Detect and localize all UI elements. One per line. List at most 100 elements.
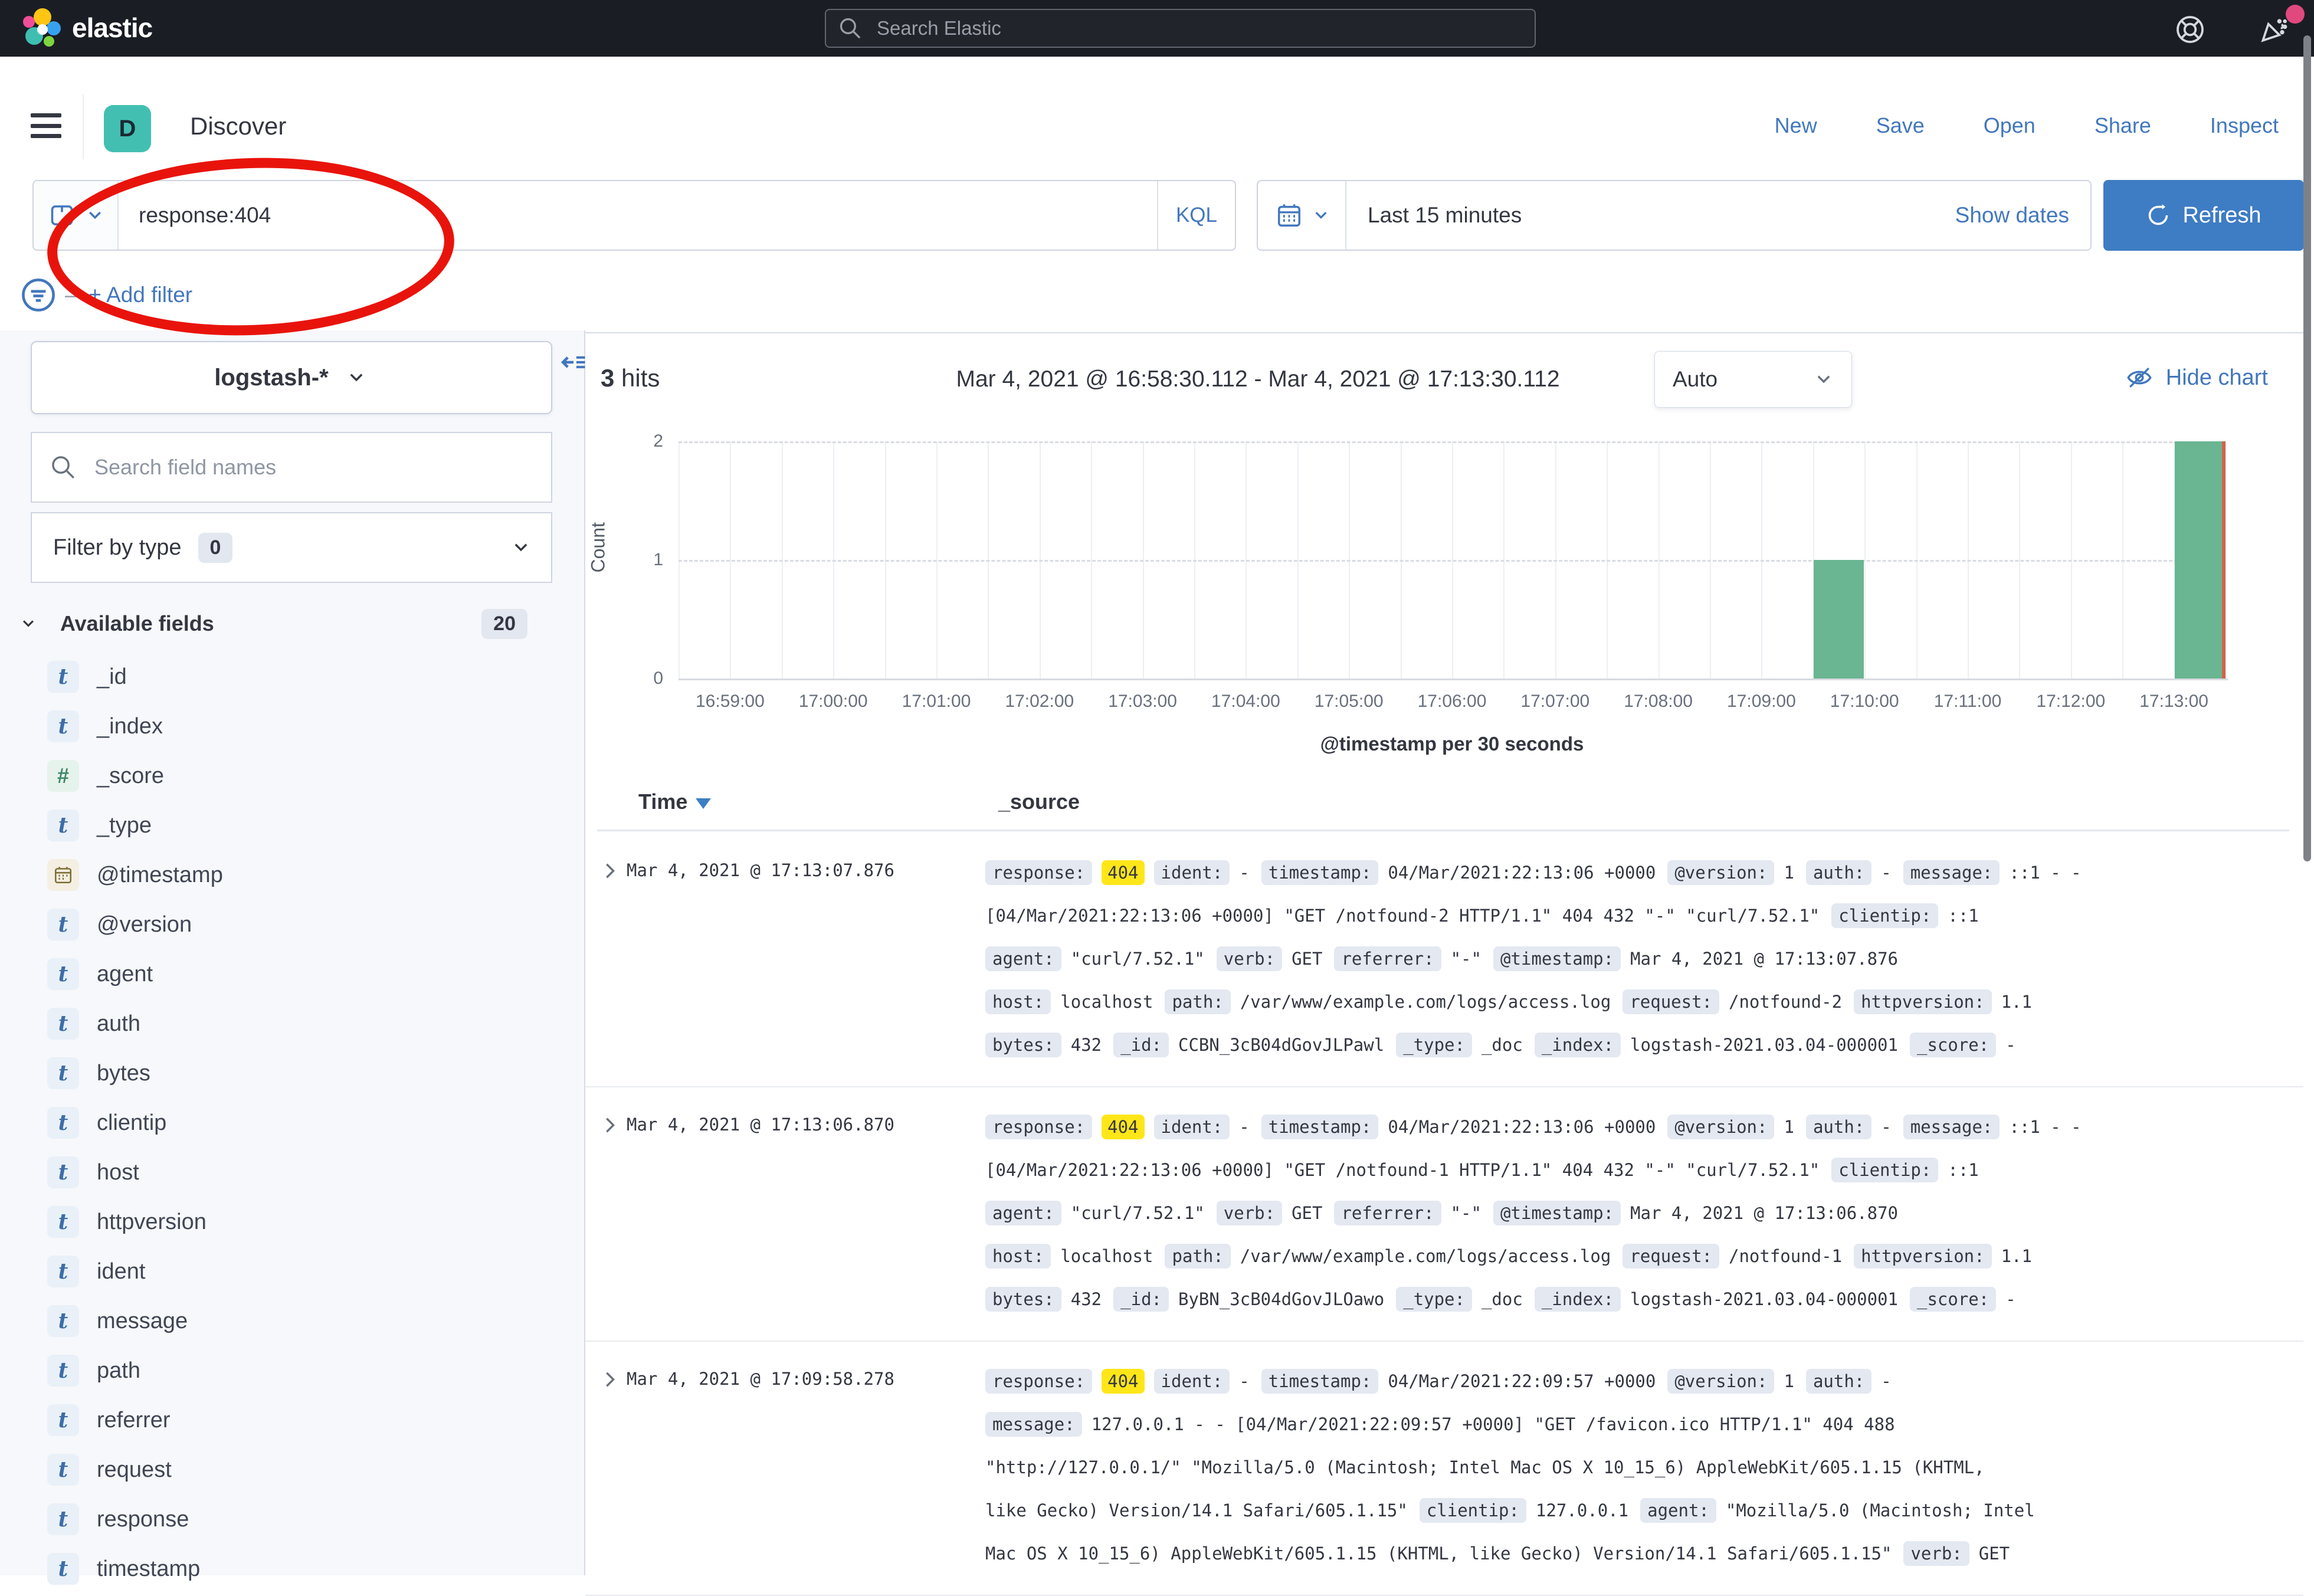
- field-item-@version[interactable]: t@version: [0, 900, 584, 949]
- interval-select[interactable]: Auto: [1654, 351, 1852, 408]
- help-icon[interactable]: [2174, 13, 2207, 46]
- hits-header: 3 hits Mar 4, 2021 @ 16:58:30.112 - Mar …: [585, 351, 2303, 410]
- histogram-bar[interactable]: [1814, 560, 1864, 679]
- field-name-badge: @timestamp:: [1493, 946, 1621, 971]
- top-menu: New Save Open Share Inspect: [1775, 113, 2279, 138]
- field-name-badge: _id:: [1113, 1033, 1169, 1057]
- field-item-_id[interactable]: t_id: [0, 652, 584, 702]
- field-name-badge: message:: [1903, 1115, 2000, 1139]
- field-name-badge: @version:: [1667, 1115, 1774, 1139]
- field-value: localhost: [1060, 992, 1153, 1012]
- field-name: path: [97, 1358, 140, 1384]
- field-value: ::1: [1948, 906, 1978, 926]
- expand-row-icon[interactable]: [585, 851, 627, 1066]
- time-range-value[interactable]: Last 15 minutes: [1368, 203, 1522, 228]
- field-name: @version: [97, 912, 192, 938]
- field-value: 127.0.0.1 - - [04/Mar/2021:22:09:57 +000…: [1092, 1414, 1895, 1434]
- field-item-auth[interactable]: tauth: [0, 999, 584, 1048]
- share-button[interactable]: Share: [2095, 113, 2151, 138]
- available-fields-header[interactable]: Available fields 20: [18, 603, 566, 644]
- field-item-_score[interactable]: #_score: [0, 751, 584, 801]
- field-item-message[interactable]: tmessage: [0, 1296, 584, 1346]
- field-name: httpversion: [97, 1210, 207, 1235]
- field-item-bytes[interactable]: tbytes: [0, 1048, 584, 1098]
- query-bar[interactable]: response:404 KQL: [32, 180, 1236, 251]
- field-name-badge: _index:: [1535, 1033, 1621, 1057]
- column-header-time[interactable]: Time: [638, 789, 711, 814]
- field-value: 04/Mar/2021:22:13:06 +0000: [1388, 1117, 1656, 1137]
- new-button[interactable]: New: [1775, 113, 1817, 138]
- newsfeed-icon[interactable]: [2257, 13, 2290, 46]
- string-field-icon: t: [47, 1206, 79, 1238]
- field-item-ident[interactable]: tident: [0, 1247, 584, 1296]
- field-name-badge: auth:: [1806, 1369, 1871, 1394]
- refresh-icon: [2146, 203, 2171, 228]
- field-name-badge: _id:: [1113, 1287, 1169, 1312]
- filter-icon[interactable]: [20, 277, 57, 313]
- filter-by-type-select[interactable]: Filter by type 0: [31, 512, 552, 583]
- field-name-badge: _score:: [1910, 1033, 1996, 1057]
- global-search-input[interactable]: Search Elastic: [825, 9, 1536, 48]
- string-field-icon: t: [47, 1404, 79, 1436]
- field-item-agent[interactable]: tagent: [0, 949, 584, 999]
- open-button[interactable]: Open: [1984, 113, 2036, 138]
- chart-time-range: Mar 4, 2021 @ 16:58:30.112 - Mar 4, 2021…: [956, 366, 1559, 392]
- field-item-httpversion[interactable]: t httpversion: [0, 1197, 584, 1247]
- scrollbar[interactable]: [2303, 35, 2311, 861]
- field-value: GET: [1292, 949, 1322, 969]
- field-item-_type[interactable]: t_type: [0, 801, 584, 850]
- field-item-request[interactable]: trequest: [0, 1445, 584, 1495]
- expand-row-icon[interactable]: [585, 1359, 627, 1575]
- menu-icon[interactable]: [31, 113, 61, 138]
- date-picker[interactable]: Last 15 minutes Show dates: [1257, 180, 2092, 251]
- field-item-referrer[interactable]: treferrer: [0, 1395, 584, 1445]
- field-value: ::1 - -: [2009, 863, 2081, 883]
- saved-query-menu-button[interactable]: [34, 181, 119, 250]
- field-value: 432: [1071, 1035, 1102, 1055]
- field-name: bytes: [97, 1061, 150, 1086]
- save-button[interactable]: Save: [1876, 113, 1925, 138]
- field-item-path[interactable]: tpath: [0, 1346, 584, 1395]
- expand-row-icon[interactable]: [585, 1105, 627, 1320]
- field-name-badge: host:: [985, 989, 1051, 1014]
- inspect-button[interactable]: Inspect: [2210, 113, 2279, 138]
- date-quick-menu-button[interactable]: [1258, 181, 1346, 250]
- number-field-icon: #: [47, 760, 79, 792]
- string-field-icon: t: [47, 1256, 79, 1287]
- field-value: "curl/7.52.1": [1071, 1203, 1205, 1223]
- string-field-icon: t: [47, 1057, 79, 1089]
- show-dates-button[interactable]: Show dates: [1955, 203, 2069, 228]
- index-pattern-select[interactable]: logstash-*: [31, 341, 552, 414]
- eye-closed-icon: [2126, 364, 2153, 391]
- field-name: clientip: [97, 1110, 166, 1136]
- query-input[interactable]: response:404: [139, 203, 1157, 228]
- field-value: CCBN_3cB04dGovJLPawl: [1178, 1035, 1384, 1055]
- brand-text: elastic: [72, 12, 152, 44]
- collapse-sidebar-icon[interactable]: [558, 347, 589, 378]
- add-filter-button[interactable]: + Add filter: [89, 283, 192, 307]
- field-item-@timestamp[interactable]: @timestamp: [0, 850, 584, 900]
- field-value: -: [2005, 1035, 2015, 1055]
- hide-chart-button[interactable]: Hide chart: [2126, 364, 2268, 391]
- query-language-button[interactable]: KQL: [1157, 181, 1235, 250]
- field-item-timestamp[interactable]: ttimestamp: [0, 1544, 584, 1594]
- field-item-_index[interactable]: t_index: [0, 702, 584, 751]
- field-value: logstash-2021.03.04-000001: [1630, 1035, 1898, 1055]
- field-item-host[interactable]: thost: [0, 1148, 584, 1197]
- field-value: Mar 4, 2021 @ 17:13:07.876: [1630, 949, 1898, 969]
- field-item-response[interactable]: tresponse: [0, 1495, 584, 1544]
- field-name-badge: clientip:: [1831, 903, 1938, 928]
- field-name-badge: @timestamp:: [1493, 1201, 1621, 1225]
- field-item-clientip[interactable]: tclientip: [0, 1098, 584, 1148]
- doc-source: response:404ident:-timestamp:04/Mar/2021…: [985, 1359, 2283, 1575]
- field-value: _doc: [1482, 1289, 1523, 1309]
- field-search-input[interactable]: Search field names: [31, 432, 552, 503]
- elastic-logo[interactable]: [21, 8, 61, 48]
- table-row: Mar 4, 2021 @ 17:09:58.278response:404id…: [585, 1342, 2303, 1596]
- field-value: 1: [1784, 1371, 1794, 1391]
- field-name: response: [97, 1507, 189, 1532]
- calendar-icon: [1276, 202, 1303, 229]
- refresh-button[interactable]: Refresh: [2103, 180, 2304, 251]
- sidebar: logstash-* Search field names Filter by …: [0, 330, 585, 1575]
- histogram-bar[interactable]: [2175, 441, 2225, 679]
